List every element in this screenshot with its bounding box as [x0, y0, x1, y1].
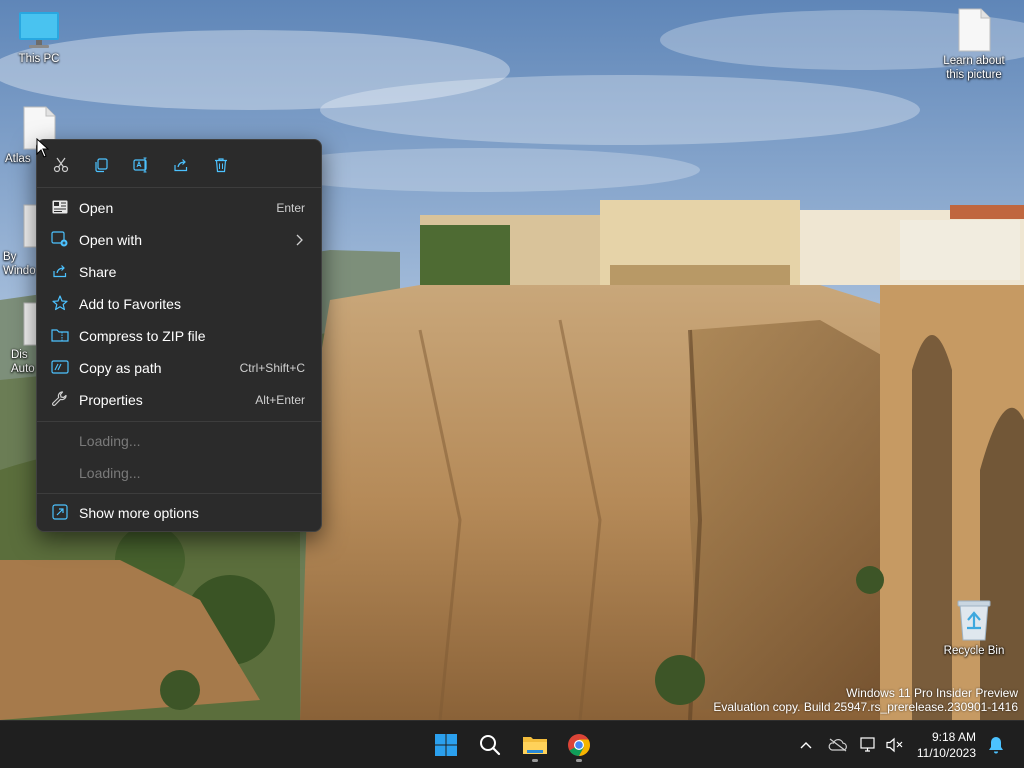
delete-button[interactable] — [206, 152, 236, 178]
open-label: Open — [79, 200, 114, 216]
learn-about-picture-desktop-icon[interactable]: Learn about this picture — [936, 8, 1012, 82]
menu-separator — [37, 493, 321, 494]
show-more-icon — [51, 504, 69, 520]
search-button[interactable] — [472, 727, 508, 763]
start-button[interactable] — [428, 727, 464, 763]
watermark-line-1: Windows 11 Pro Insider Preview — [846, 686, 1018, 700]
document-icon — [958, 8, 991, 52]
chrome-button[interactable] — [561, 727, 597, 763]
network-button[interactable] — [859, 735, 879, 755]
quick-actions-bar — [37, 140, 321, 187]
this-pc-label: This PC — [18, 53, 60, 65]
recycle-bin-icon — [957, 600, 991, 641]
compress-zip-label: Compress to ZIP file — [79, 328, 206, 344]
clock-time: 9:18 AM — [931, 730, 976, 744]
menu-separator — [37, 187, 321, 188]
copy-path-icon — [51, 359, 69, 375]
notifications-button[interactable] — [986, 735, 1006, 755]
menu-item-properties[interactable]: Properties Alt+Enter — [41, 384, 317, 414]
mouse-cursor-icon — [36, 138, 50, 158]
rename-icon — [133, 157, 147, 173]
clock-date: 11/10/2023 — [916, 746, 976, 760]
share-icon — [51, 263, 69, 279]
watermark-line-2: Evaluation copy. Build 25947.rs_prerelea… — [713, 700, 1018, 714]
open-with-icon — [51, 231, 69, 247]
open-icon — [51, 199, 69, 215]
cut-icon — [53, 157, 69, 173]
taskbar: 9:18 AM 11/10/2023 — [0, 720, 1024, 768]
cut-button[interactable] — [46, 152, 76, 178]
share-label: Share — [79, 264, 117, 280]
menu-item-open-with[interactable]: Open with — [41, 224, 317, 254]
evaluation-watermark: Windows 11 Pro Insider Preview Evaluatio… — [713, 686, 1018, 714]
this-pc-desktop-icon[interactable]: This PC — [1, 10, 77, 66]
menu-item-loading: Loading... — [41, 457, 317, 487]
volume-button[interactable] — [885, 735, 905, 755]
menu-item-show-more-options[interactable]: Show more options — [41, 497, 317, 527]
taskbar-clock[interactable]: 9:18 AM 11/10/2023 — [912, 729, 976, 761]
delete-icon — [215, 158, 227, 173]
recycle-bin-desktop-icon[interactable]: Recycle Bin — [936, 598, 1012, 658]
search-icon — [480, 735, 501, 756]
loading-label: Loading... — [79, 433, 141, 449]
zip-icon — [51, 327, 69, 343]
chrome-icon — [568, 734, 590, 756]
file-explorer-button[interactable] — [517, 727, 553, 763]
menu-item-open[interactable]: Open Enter — [41, 192, 317, 222]
properties-label: Properties — [79, 392, 143, 408]
monitor-icon — [19, 12, 59, 48]
show-hidden-icons-button[interactable] — [796, 735, 816, 755]
show-more-options-label: Show more options — [79, 505, 199, 521]
learn-about-label: Learn about this picture — [943, 55, 1005, 81]
file-explorer-icon — [523, 737, 547, 754]
copy-as-path-label: Copy as path — [79, 360, 162, 376]
volume-muted-icon — [886, 737, 903, 753]
loading-label: Loading... — [79, 465, 141, 481]
copy-button[interactable] — [86, 152, 116, 178]
menu-item-share[interactable]: Share — [41, 256, 317, 286]
share-icon — [174, 159, 188, 172]
onedrive-button[interactable] — [828, 735, 848, 755]
recycle-bin-label: Recycle Bin — [943, 645, 1005, 657]
open-with-label: Open with — [79, 232, 143, 248]
rename-button[interactable] — [126, 152, 156, 178]
copy-as-path-shortcut: Ctrl+Shift+C — [239, 361, 305, 375]
context-menu: Open Enter Open with Share Add to Favori… — [36, 139, 322, 532]
open-shortcut: Enter — [276, 201, 305, 215]
cloud-offline-icon — [828, 738, 847, 752]
menu-item-add-to-favorites[interactable]: Add to Favorites — [41, 288, 317, 318]
menu-item-loading: Loading... — [41, 425, 317, 455]
wrench-icon — [51, 391, 69, 407]
menu-separator — [37, 421, 321, 422]
chevron-right-icon — [296, 234, 303, 246]
start-icon — [435, 734, 457, 756]
share-button[interactable] — [166, 152, 196, 178]
running-indicator — [532, 759, 538, 762]
network-icon — [860, 737, 875, 752]
menu-item-compress-zip[interactable]: Compress to ZIP file — [41, 320, 317, 350]
properties-shortcut: Alt+Enter — [255, 393, 305, 407]
bell-icon — [989, 737, 1003, 754]
copy-icon — [95, 158, 108, 173]
chevron-up-icon — [800, 742, 812, 749]
add-to-favorites-label: Add to Favorites — [79, 296, 181, 312]
star-icon — [51, 295, 69, 311]
running-indicator — [576, 759, 582, 762]
menu-item-copy-as-path[interactable]: Copy as path Ctrl+Shift+C — [41, 352, 317, 382]
